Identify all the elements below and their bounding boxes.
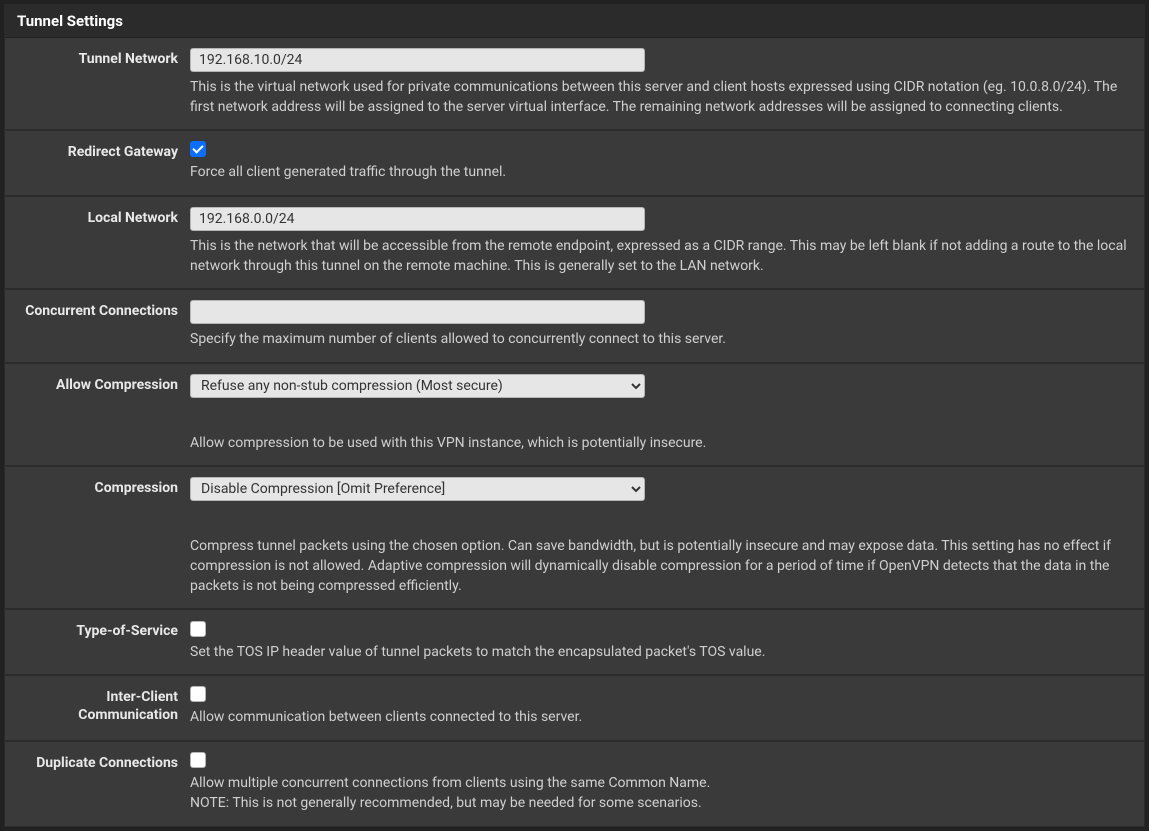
label-local-network: Local Network [5, 207, 190, 276]
help-allow-compression: Allow compression to be used with this V… [190, 434, 1130, 454]
help-inter-client: Allow communication between clients conn… [190, 708, 1130, 728]
label-inter-client: Inter-Client Communication [5, 686, 190, 728]
tunnel-settings-panel: Tunnel Settings Tunnel Network This is t… [4, 4, 1145, 827]
row-tunnel-network: Tunnel Network This is the virtual netwo… [5, 38, 1144, 131]
control-wrap: This is the network that will be accessi… [190, 207, 1144, 276]
control-wrap: Refuse any non-stub compression (Most se… [190, 374, 1144, 454]
label-redirect-gateway: Redirect Gateway [5, 141, 190, 183]
panel-title: Tunnel Settings [5, 5, 1144, 38]
label-compression: Compression [5, 477, 190, 596]
label-type-of-service: Type-of-Service [5, 620, 190, 662]
row-concurrent-connections: Concurrent Connections Specify the maxim… [5, 290, 1144, 364]
help-tunnel-network: This is the virtual network used for pri… [190, 78, 1130, 117]
label-concurrent-connections: Concurrent Connections [5, 300, 190, 350]
row-local-network: Local Network This is the network that w… [5, 197, 1144, 290]
help-local-network: This is the network that will be accessi… [190, 237, 1130, 276]
redirect-gateway-checkbox[interactable] [190, 141, 206, 157]
row-duplicate-connections: Duplicate Connections Allow multiple con… [5, 742, 1144, 825]
type-of-service-checkbox[interactable] [190, 621, 206, 637]
label-allow-compression: Allow Compression [5, 374, 190, 454]
label-duplicate-connections: Duplicate Connections [5, 752, 190, 813]
control-wrap: This is the virtual network used for pri… [190, 48, 1144, 117]
inter-client-checkbox[interactable] [190, 686, 206, 702]
row-allow-compression: Allow Compression Refuse any non-stub co… [5, 364, 1144, 468]
help-duplicate-line1: Allow multiple concurrent connections fr… [190, 775, 710, 791]
tunnel-network-input[interactable] [190, 48, 645, 72]
control-wrap: Allow communication between clients conn… [190, 686, 1144, 728]
help-duplicate-connections: Allow multiple concurrent connections fr… [190, 774, 1130, 813]
row-inter-client: Inter-Client Communication Allow communi… [5, 676, 1144, 742]
control-wrap: Disable Compression [Omit Preference] Co… [190, 477, 1144, 596]
help-concurrent-connections: Specify the maximum number of clients al… [190, 330, 1130, 350]
help-compression: Compress tunnel packets using the chosen… [190, 537, 1130, 596]
control-wrap: Specify the maximum number of clients al… [190, 300, 1144, 350]
concurrent-connections-input[interactable] [190, 300, 645, 324]
row-compression: Compression Disable Compression [Omit Pr… [5, 467, 1144, 610]
row-type-of-service: Type-of-Service Set the TOS IP header va… [5, 610, 1144, 676]
row-redirect-gateway: Redirect Gateway Force all client genera… [5, 131, 1144, 197]
duplicate-connections-checkbox[interactable] [190, 752, 206, 768]
control-wrap: Set the TOS IP header value of tunnel pa… [190, 620, 1144, 662]
compression-select[interactable]: Disable Compression [Omit Preference] [190, 477, 645, 501]
control-wrap: Allow multiple concurrent connections fr… [190, 752, 1144, 813]
help-type-of-service: Set the TOS IP header value of tunnel pa… [190, 643, 1130, 663]
control-wrap: Force all client generated traffic throu… [190, 141, 1144, 183]
local-network-input[interactable] [190, 207, 645, 231]
help-redirect-gateway: Force all client generated traffic throu… [190, 163, 1130, 183]
allow-compression-select[interactable]: Refuse any non-stub compression (Most se… [190, 374, 645, 398]
label-tunnel-network: Tunnel Network [5, 48, 190, 117]
